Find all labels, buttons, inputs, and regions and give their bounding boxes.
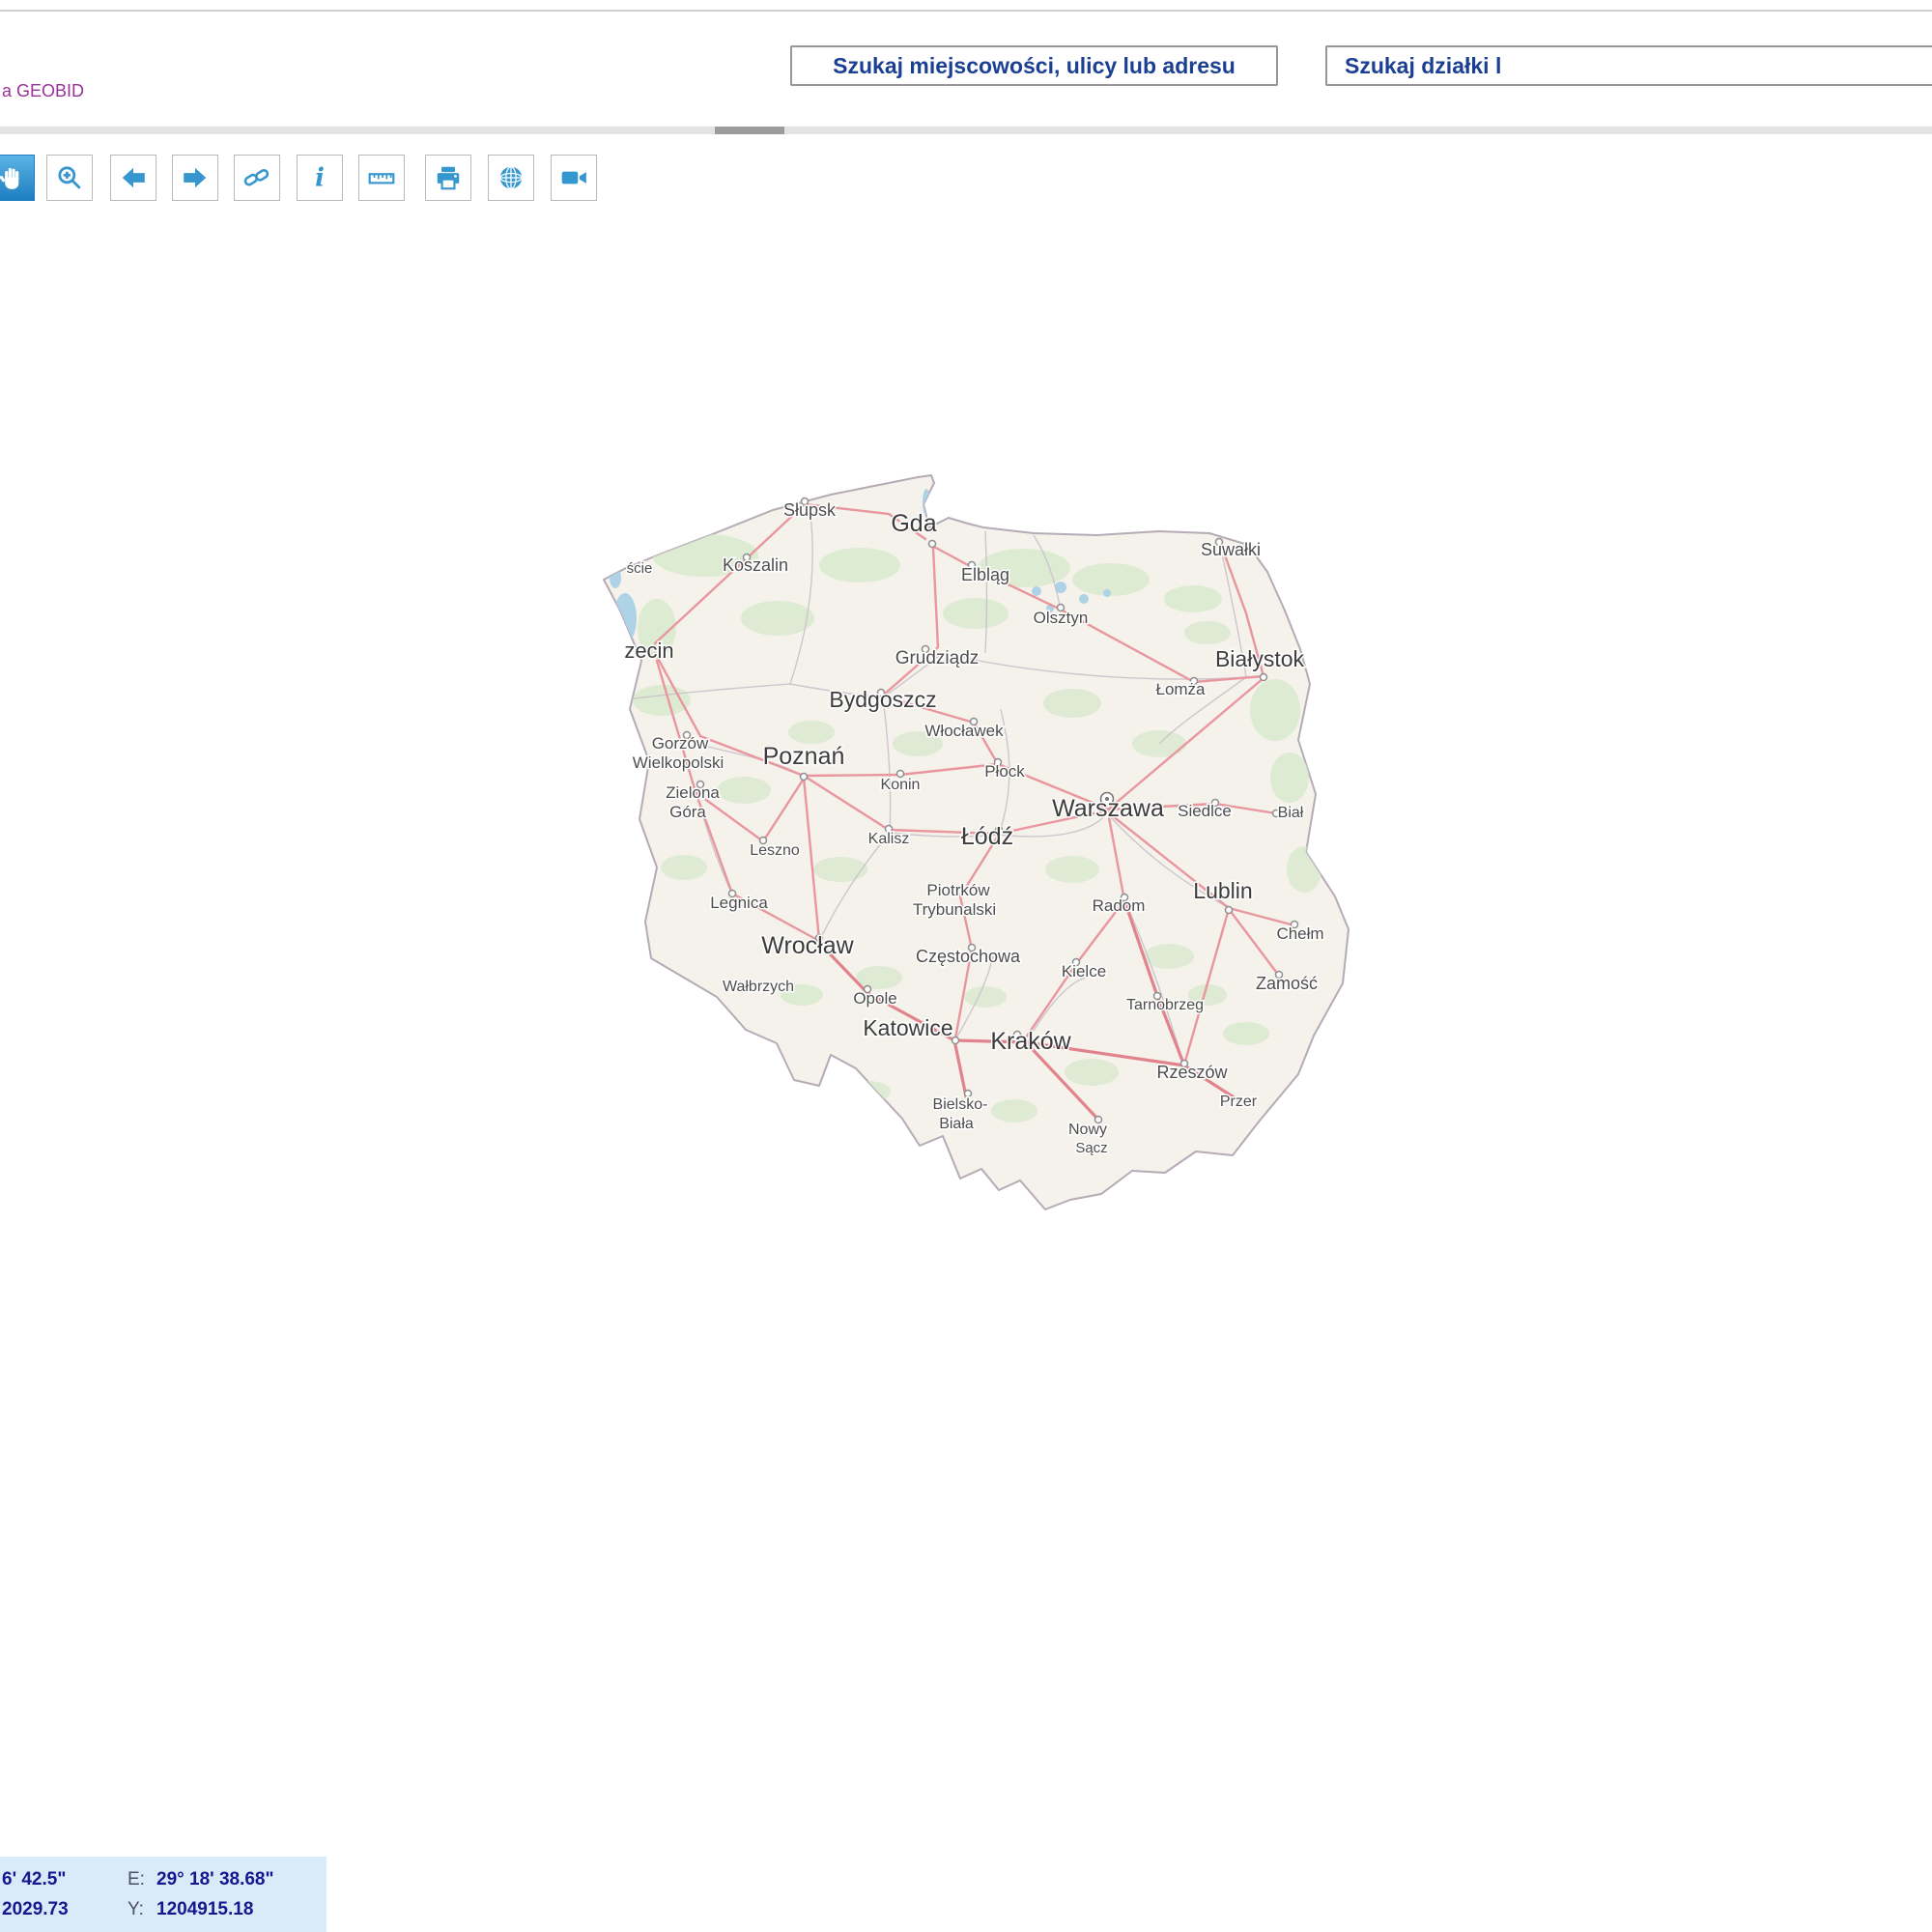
city-label: Lublin — [1193, 878, 1252, 903]
geo-coordinates-row: 6' 42.5" E: 29° 18' 38.68" — [0, 1864, 327, 1894]
city-label: Gorzów — [652, 734, 709, 753]
city-marker — [1226, 907, 1233, 914]
city-label: Zamość — [1256, 974, 1318, 993]
city-label: Olsztyn — [1034, 609, 1089, 627]
city-label: Zielona — [666, 783, 720, 802]
arrow-right-icon — [181, 163, 210, 192]
city-label: Wałbrzych — [723, 979, 794, 995]
globe-icon — [497, 163, 526, 192]
toolbar: i — [0, 155, 676, 201]
printer-icon — [434, 163, 463, 192]
city-label: Przer — [1220, 1094, 1258, 1110]
map-viewport[interactable]: Słupsk Gda Koszalin Suwałki Elbląg Olsztyn ści… — [570, 454, 1401, 1227]
city-label: Wielkopolski — [633, 753, 724, 772]
video-camera-icon — [559, 163, 588, 192]
poland-map: Słupsk Gda Koszalin Suwałki Elbląg Olsztyn ści… — [570, 454, 1401, 1227]
hand-icon — [0, 163, 26, 192]
city-label: Piotrków — [926, 881, 990, 899]
city-label: Sącz — [1075, 1140, 1107, 1156]
city-label: Radom — [1093, 896, 1146, 915]
city-label: zecin — [624, 639, 673, 663]
city-label: Kielce — [1062, 962, 1106, 980]
city-label: Łódź — [961, 823, 1013, 850]
city-label: Kalisz — [868, 831, 910, 847]
city-label: Nowy — [1068, 1122, 1107, 1138]
city-label: Warszawa — [1052, 795, 1164, 822]
longitude-value: 29° 18' 38.68" — [156, 1869, 274, 1890]
link-icon — [242, 163, 271, 192]
print-tool-button[interactable] — [425, 155, 471, 201]
city-label: Bydgoszcz — [829, 687, 936, 712]
brand-geobid[interactable]: a GEOBID — [2, 81, 84, 101]
camera-tool-button[interactable] — [551, 155, 597, 201]
city-label: Leszno — [750, 842, 800, 859]
city-label: Rzeszów — [1156, 1063, 1228, 1082]
city-label: Łomża — [1155, 680, 1206, 698]
svg-text:i: i — [315, 164, 325, 192]
city-label: Częstochowa — [916, 947, 1021, 966]
top-divider — [0, 10, 1932, 12]
city-label: Włocławek — [924, 722, 1004, 740]
splitter-bar[interactable] — [0, 127, 1932, 134]
zoom-tool-button[interactable] — [46, 155, 93, 201]
info-icon: i — [305, 163, 334, 192]
city-marker — [801, 774, 808, 781]
city-label: Biał — [1278, 805, 1304, 821]
city-label: Poznań — [763, 743, 845, 770]
city-label: Opole — [853, 989, 896, 1008]
latitude-value: 6' 42.5" — [0, 1869, 128, 1890]
measure-tool-button[interactable] — [358, 155, 405, 201]
pan-tool-button[interactable] — [0, 155, 35, 201]
city-label: Bielsko- — [933, 1096, 988, 1113]
city-label: Kraków — [990, 1028, 1071, 1055]
city-label: Siedlce — [1178, 802, 1232, 820]
city-label: Biała — [939, 1116, 974, 1132]
y-coordinate-value: 1204915.18 — [156, 1899, 253, 1920]
city-marker — [1261, 674, 1267, 681]
city-label: Tarnobrzeg — [1126, 997, 1204, 1013]
city-label: Konin — [881, 777, 921, 793]
splitter-thumb[interactable] — [715, 127, 784, 134]
city-label: Legnica — [710, 894, 768, 912]
y-coordinate-label: Y: — [128, 1899, 156, 1920]
search-address-button[interactable]: Szukaj miejscowości, ulicy lub adresu — [790, 45, 1278, 86]
search-parcel-button[interactable]: Szukaj działki l — [1325, 45, 1932, 86]
coordinate-panel: 6' 42.5" E: 29° 18' 38.68" 2029.73 Y: 12… — [0, 1857, 327, 1932]
longitude-label: E: — [128, 1869, 156, 1890]
city-label: Płock — [984, 762, 1025, 781]
city-label: Trybunalski — [913, 900, 996, 919]
ruler-icon — [367, 163, 396, 192]
city-label: Koszalin — [723, 555, 788, 575]
info-tool-button[interactable]: i — [297, 155, 343, 201]
x-coordinate-value: 2029.73 — [0, 1899, 128, 1920]
magnifier-icon — [55, 163, 84, 192]
city-label: Wrocław — [761, 932, 854, 959]
city-label: Suwałki — [1201, 540, 1261, 559]
city-label: Grudziądz — [895, 648, 980, 668]
city-label: Góra — [669, 803, 706, 821]
city-label: Gda — [891, 510, 936, 537]
city-label: Słupsk — [783, 500, 837, 520]
city-label: Chełm — [1276, 924, 1323, 943]
link-tool-button[interactable] — [234, 155, 280, 201]
full-extent-tool-button[interactable] — [488, 155, 534, 201]
city-marker — [929, 541, 936, 548]
next-view-button[interactable] — [172, 155, 218, 201]
arrow-left-icon — [119, 163, 148, 192]
city-label: Elbląg — [961, 565, 1009, 584]
xy-coordinates-row: 2029.73 Y: 1204915.18 — [0, 1894, 327, 1924]
city-label: Białystok — [1215, 646, 1305, 671]
previous-view-button[interactable] — [110, 155, 156, 201]
city-label: Katowice — [863, 1015, 952, 1040]
city-label: ście — [627, 560, 653, 577]
